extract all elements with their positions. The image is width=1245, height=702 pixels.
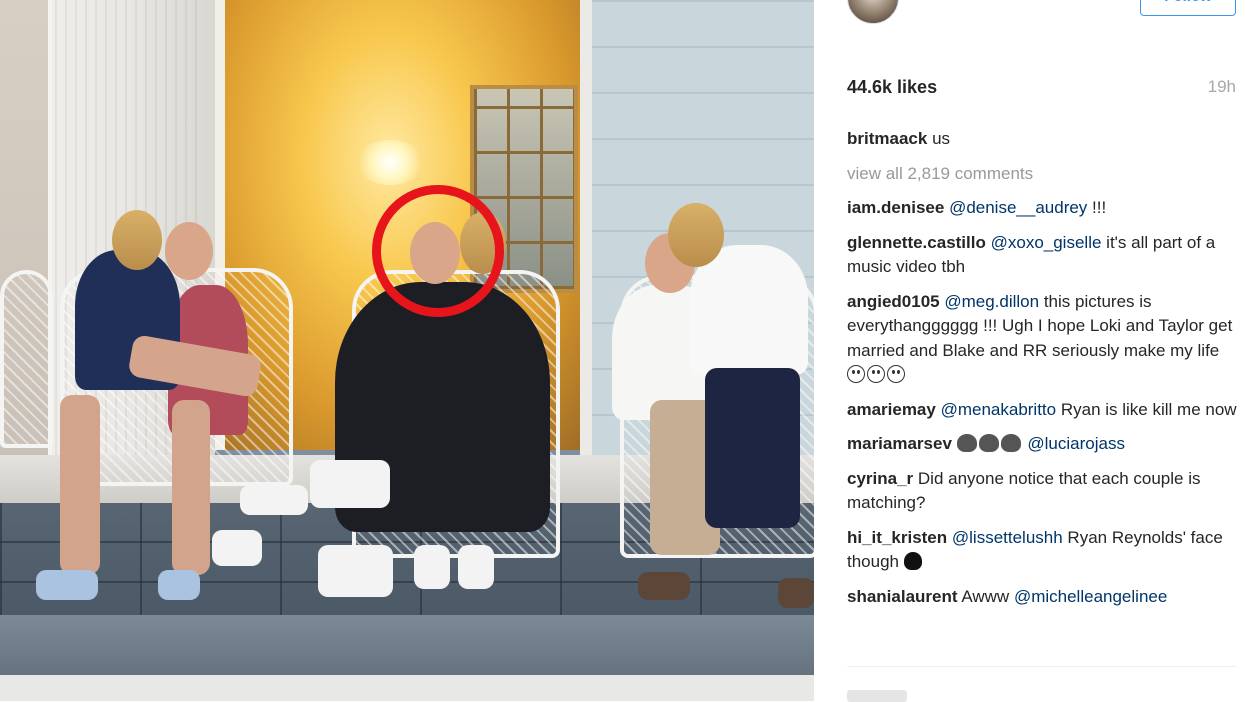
- rocking-chair: [0, 270, 53, 448]
- comment-item: hi_it_kristen @lissettelushh Ryan Reynol…: [847, 526, 1237, 575]
- comment-username[interactable]: glennette.castillo: [847, 233, 986, 252]
- shoe: [414, 545, 450, 589]
- comment-username[interactable]: iam.denisee: [847, 198, 944, 217]
- comment-username[interactable]: cyrina_r: [847, 469, 913, 488]
- comment-text: !!!: [1087, 198, 1107, 217]
- shoe: [458, 545, 494, 589]
- action-bar-partial: [847, 690, 907, 702]
- leg: [60, 395, 100, 575]
- porch-edge: [0, 675, 814, 701]
- comment-username[interactable]: mariamarsev: [847, 434, 952, 453]
- comment-text: Ryan is like kill me now: [1056, 399, 1237, 419]
- post-timestamp[interactable]: 19h: [1208, 77, 1236, 97]
- comment-mention[interactable]: @lissettelushh: [952, 528, 1063, 547]
- likes-count[interactable]: 44.6k likes: [847, 77, 937, 98]
- comment-mention[interactable]: @michelleangelinee: [1014, 587, 1167, 606]
- comment-item: iam.denisee @denise__audrey !!!: [847, 196, 1237, 221]
- follow-button[interactable]: Follow: [1140, 0, 1236, 16]
- caption: britmaack us: [847, 127, 1237, 152]
- comment-item: glennette.castillo @xoxo_giselle it's al…: [847, 231, 1237, 280]
- person: [690, 245, 808, 375]
- person-head: [112, 210, 162, 270]
- shoe: [36, 570, 98, 600]
- leg: [172, 400, 210, 575]
- caption-text: us: [932, 129, 951, 148]
- monkey-emoji-icon: [956, 434, 977, 452]
- porch-ledge: [0, 615, 814, 675]
- comment-mention[interactable]: @luciarojass: [1027, 434, 1125, 453]
- comment-username[interactable]: amariemay: [847, 400, 936, 419]
- comment-item: shanialaurent Awww @michelleangelinee: [847, 585, 1237, 610]
- person-head: [668, 203, 724, 267]
- divider: [847, 666, 1237, 667]
- comment-mention[interactable]: @meg.dillon: [944, 292, 1039, 311]
- shoe: [158, 570, 200, 600]
- shoe: [212, 530, 262, 566]
- emoji-face-icon: [867, 365, 885, 383]
- shoe: [310, 460, 390, 508]
- person-head: [165, 222, 213, 280]
- comment-username[interactable]: shanialaurent: [847, 587, 958, 606]
- view-all-comments-link[interactable]: view all 2,819 comments: [847, 162, 1237, 187]
- monkey-emoji-icon: [1000, 434, 1021, 452]
- emoji-face-icon: [847, 365, 865, 383]
- shoe: [318, 545, 393, 597]
- comment-username[interactable]: angied0105: [847, 292, 940, 311]
- comment-item: mariamarsev @luciarojass: [847, 432, 1237, 457]
- comments-list: britmaack us view all 2,819 comments iam…: [847, 127, 1237, 619]
- highlight-circle: [372, 185, 504, 317]
- leg: [705, 368, 800, 528]
- avatar[interactable]: [847, 0, 899, 24]
- shoe: [778, 578, 814, 608]
- lamp-glow: [355, 140, 425, 185]
- monkey-emoji-icon: [978, 434, 999, 452]
- shoe: [240, 485, 308, 515]
- post-sidebar: britmaack Follow 44.6k likes 19h britmaa…: [814, 0, 1245, 702]
- header-username[interactable]: britmaack: [912, 0, 983, 3]
- comment-mention[interactable]: @denise__audrey: [949, 198, 1087, 217]
- comment-item: cyrina_r Did anyone notice that each cou…: [847, 467, 1237, 516]
- comment-mention[interactable]: @menakabritto: [941, 400, 1057, 419]
- comment-item: angied0105 @meg.dillon this pictures is …: [847, 290, 1237, 388]
- caption-username[interactable]: britmaack: [847, 129, 927, 148]
- post-photo[interactable]: [0, 0, 814, 701]
- emoji-face-icon: [887, 365, 905, 383]
- comment-username[interactable]: hi_it_kristen: [847, 528, 947, 547]
- shoe: [638, 572, 690, 600]
- skull-emoji-icon: [903, 552, 922, 570]
- comment-item: amariemay @menakabritto Ryan is like kil…: [847, 398, 1237, 423]
- comment-text: Awww: [961, 586, 1010, 606]
- comment-mention[interactable]: @xoxo_giselle: [991, 233, 1102, 252]
